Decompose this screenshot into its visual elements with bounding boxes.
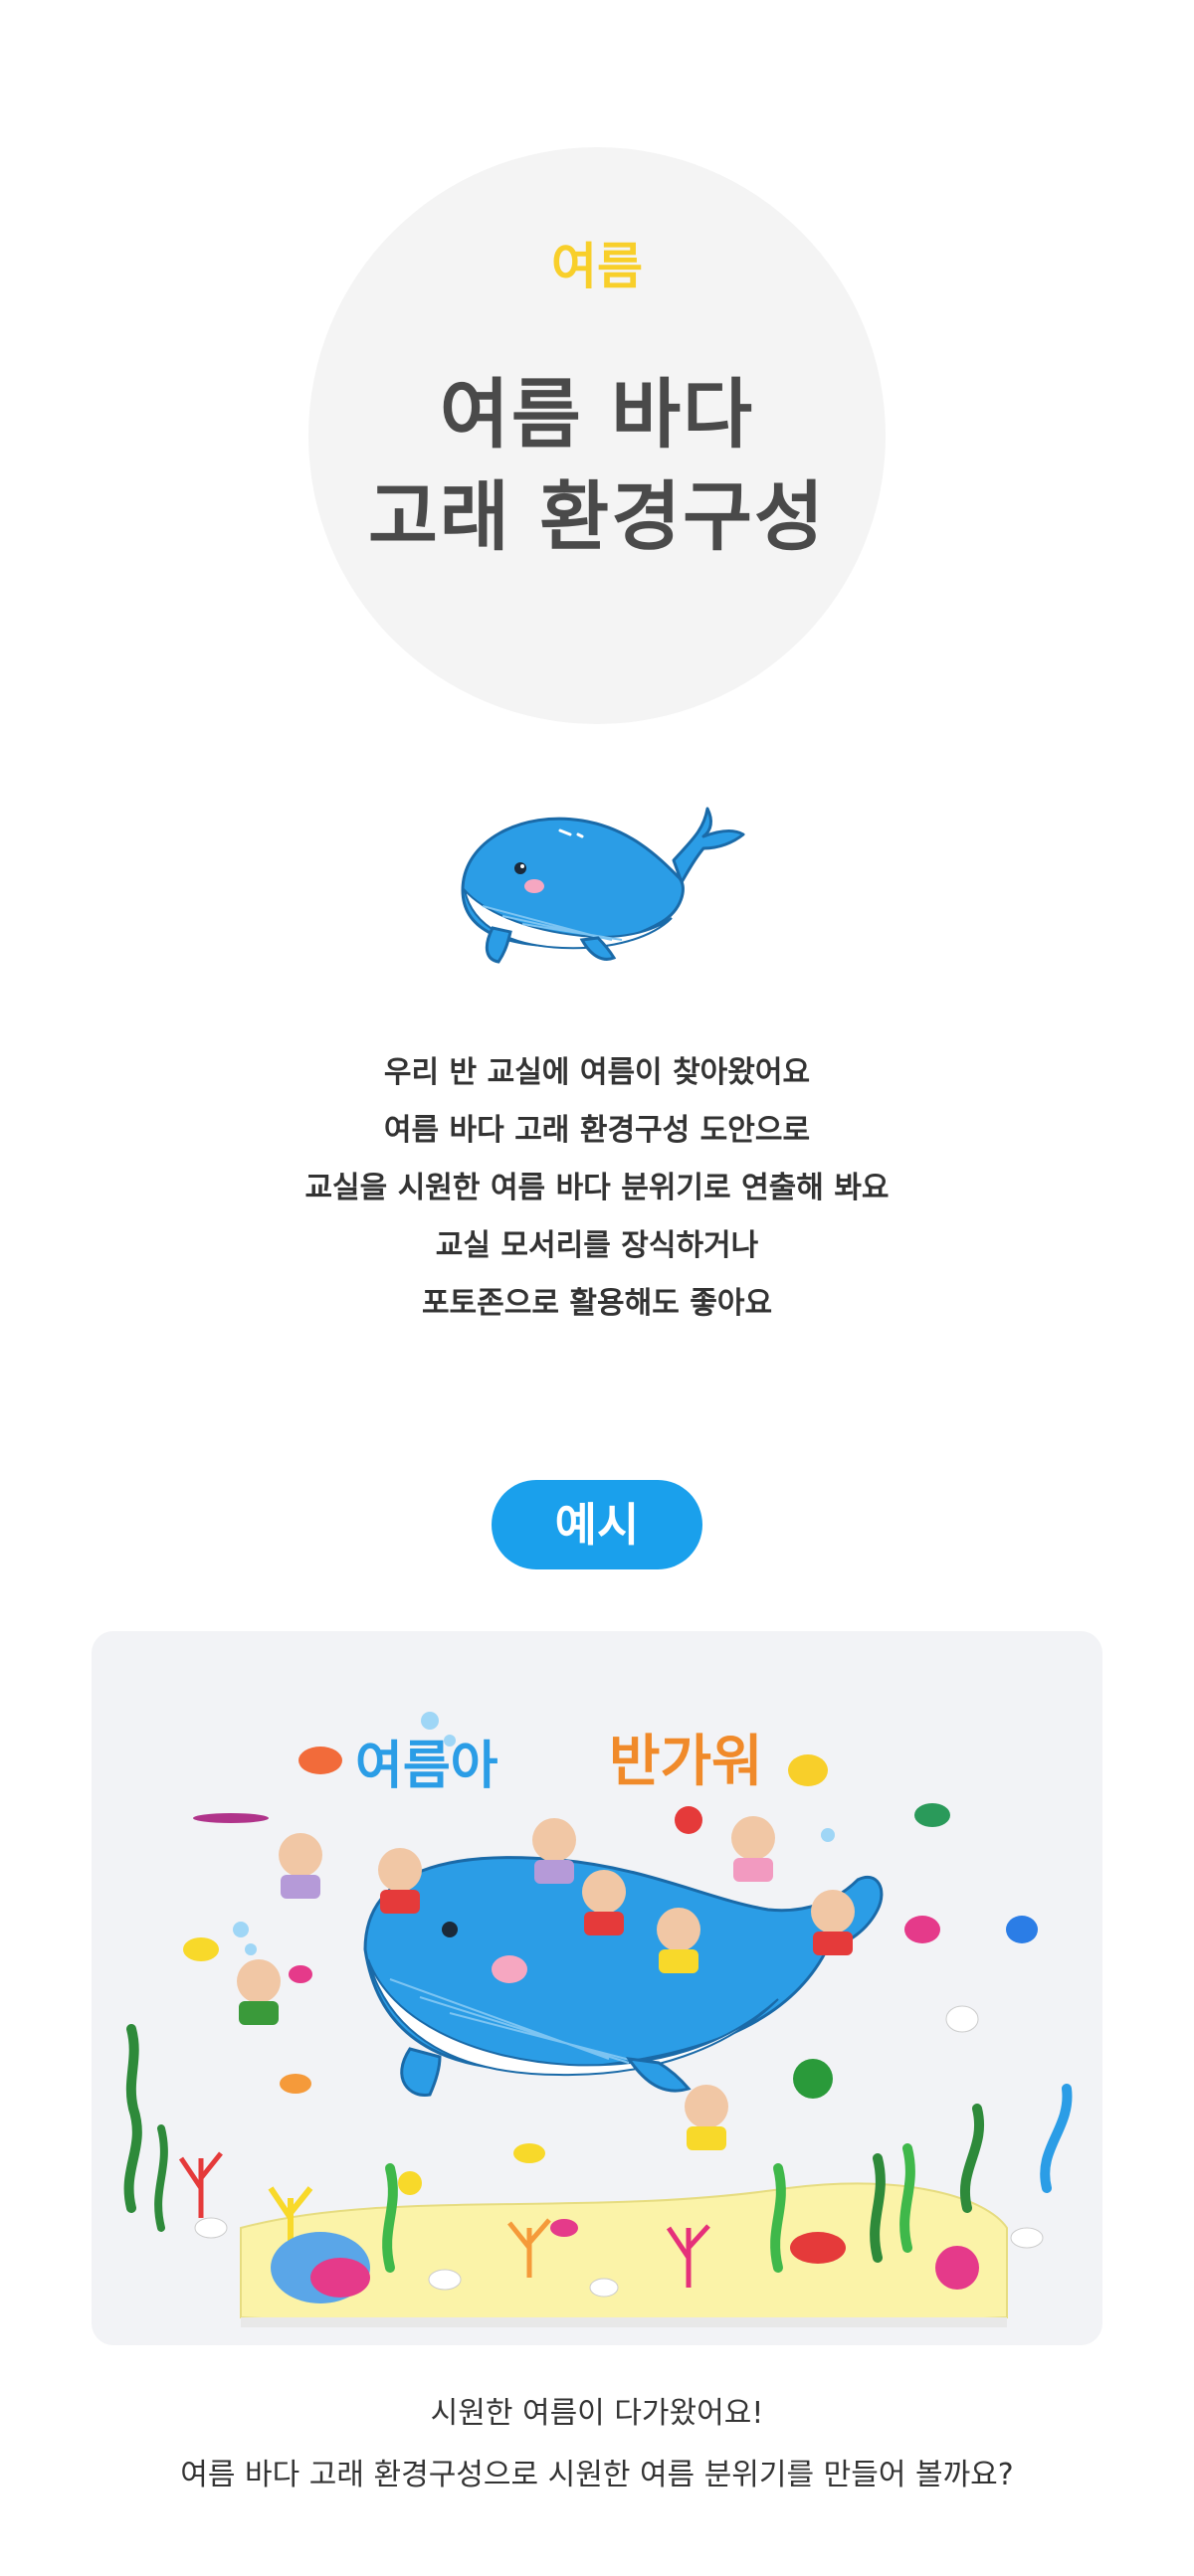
intro-line: 교실 모서리를 장식하거나 bbox=[435, 1228, 759, 1263]
fish-sticker bbox=[280, 2074, 311, 2094]
intro-line: 우리 반 교실에 여름이 찾아왔어요 bbox=[383, 1055, 811, 1090]
starfish-sticker bbox=[398, 2171, 422, 2195]
turtle-shell-sticker bbox=[793, 2059, 833, 2099]
caption-line-1: 시원한 여름이 다가왔어요! bbox=[430, 2396, 764, 2431]
fish-sticker bbox=[298, 1747, 342, 1774]
intro-line: 교실을 시원한 여름 바다 분위기로 연출해 봐요 bbox=[304, 1171, 890, 1205]
intro-text: 우리 반 교실에 여름이 찾아왔어요 여름 바다 고래 환경구성 도안으로 교실… bbox=[0, 1044, 1194, 1333]
whale-icon bbox=[443, 791, 751, 970]
fish-sticker bbox=[183, 1937, 219, 1961]
child-photo bbox=[237, 1959, 281, 2025]
banner-text-right: 반가워 bbox=[609, 1730, 763, 1794]
seaweed bbox=[123, 2024, 142, 2213]
starfish-sticker bbox=[675, 1806, 702, 1834]
banner-text-left: 여름아 bbox=[355, 1737, 498, 1796]
page-title-line-2: 고래 환경구성 bbox=[368, 472, 826, 561]
caption: 시원한 여름이 다가왔어요! 여름 바다 고래 환경구성으로 시원한 여름 분위… bbox=[0, 2383, 1194, 2506]
example-photo: 여름아 반가워 bbox=[92, 1631, 1102, 2345]
child-photo bbox=[731, 1816, 775, 1882]
intro-line: 여름 바다 고래 환경구성 도안으로 bbox=[383, 1113, 811, 1148]
jellyfish-sticker bbox=[904, 1916, 940, 1943]
jellyfish-sticker bbox=[945, 2005, 979, 2033]
jellyfish-sticker bbox=[788, 1754, 828, 1786]
caption-line-2: 여름 바다 고래 환경구성으로 시원한 여름 분위기를 만들어 볼까요? bbox=[180, 2458, 1014, 2492]
fish-sticker bbox=[914, 1803, 950, 1827]
seaweed bbox=[960, 2104, 984, 2213]
octopus-sticker bbox=[1006, 1916, 1038, 1943]
child-photo bbox=[685, 2085, 728, 2150]
page-title-line-1: 여름 바다 bbox=[439, 370, 755, 459]
child-photo bbox=[582, 1870, 626, 1935]
child-photo bbox=[657, 1908, 700, 1973]
child-photo bbox=[378, 1848, 422, 1914]
child-photo bbox=[532, 1818, 576, 1884]
season-label: 여름 bbox=[551, 238, 643, 295]
example-label: 예시 bbox=[492, 1480, 702, 1569]
fish-sticker bbox=[513, 2143, 545, 2163]
intro-line: 포토존으로 활용해도 좋아요 bbox=[421, 1286, 773, 1321]
child-photo bbox=[811, 1890, 855, 1955]
child-photo bbox=[279, 1833, 322, 1899]
fish-sticker bbox=[193, 1813, 269, 1823]
coral bbox=[178, 2151, 223, 2218]
